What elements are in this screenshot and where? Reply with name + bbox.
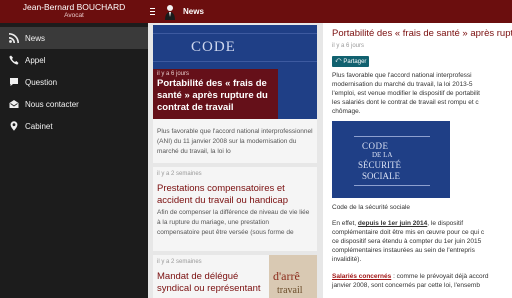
nav-item-label: Appel	[25, 55, 46, 65]
share-icon: ⤺	[335, 58, 342, 64]
text-line: les salariés dont le contrat de travail …	[332, 99, 479, 106]
rss-icon	[8, 33, 19, 44]
image-text: SOCIALE	[362, 171, 400, 181]
image-text: DE LA	[372, 151, 393, 159]
news-card[interactable]: CODE il y a 6 jours Portabilité des « fr…	[153, 25, 317, 163]
nav-item-news[interactable]: News	[0, 27, 148, 49]
brand-header: Jean-Bernard BOUCHARD Avocat	[0, 0, 148, 23]
text-run: En effet,	[332, 220, 358, 227]
article-detail[interactable]: Portabilité des « frais de santé » après…	[323, 23, 512, 298]
date-emphasis: depuis le 1er juin 2014	[357, 220, 428, 227]
work-stoppage-image: d'arrê travail	[269, 255, 317, 298]
text-line: l'emploi, est venue modifier le disposit…	[332, 90, 480, 97]
image-text: d'arrê	[273, 269, 300, 283]
brand-name: Jean-Bernard BOUCHARD	[22, 2, 126, 12]
article-title: Portabilité des « frais de santé » après…	[332, 28, 512, 39]
text-line: complémentaire doit être mis en œuvre po…	[332, 229, 485, 236]
chat-icon	[8, 77, 19, 88]
share-label: Partager	[343, 58, 367, 65]
news-card[interactable]: il y a 2 semaines Mandat de délégué synd…	[153, 255, 317, 298]
image-text: CODE	[362, 141, 389, 151]
card-excerpt: Afin de compenser la différence de nivea…	[157, 209, 310, 236]
card-date: il y a 6 jours	[157, 71, 190, 77]
text-line: modernisation du marché du travail, la l…	[332, 81, 473, 88]
nav-item-label: Nous contacter	[25, 99, 79, 109]
nav-item-question[interactable]: Question	[0, 71, 148, 93]
article-paragraph: En effet, depuis le 1er juin 2014, le di…	[332, 219, 506, 264]
text-line: janvier 2008, sont concernés par cette l…	[332, 282, 480, 289]
app-bar: News	[148, 0, 512, 23]
text-run: , le dispositif	[427, 220, 464, 227]
text-line: Salariés concernés : comme le prévoyait …	[332, 272, 506, 281]
card-title-overlay: il y a 6 jours Portabilité des « frais d…	[153, 69, 278, 119]
text-line: Plus favorable que l'accord national int…	[332, 72, 472, 79]
article-paragraph: Plus favorable que l'accord national int…	[332, 71, 506, 116]
image-text: CODE	[191, 39, 236, 55]
text-line: ce dispositif sera étendu à compter du 1…	[332, 238, 482, 245]
card-title: Portabilité des « frais de santé » après…	[157, 78, 268, 113]
news-feed[interactable]: CODE il y a 6 jours Portabilité des « fr…	[153, 23, 317, 298]
text-run: : comme le prévoyait déjà accord	[391, 273, 489, 280]
location-pin-icon	[8, 121, 19, 132]
mail-icon	[8, 99, 19, 110]
nav-item-label: Question	[25, 77, 58, 87]
news-card[interactable]: il y a 2 semaines Prestations compensato…	[153, 167, 317, 251]
text-line: invalidité).	[332, 256, 362, 263]
navigation-drawer: Jean-Bernard BOUCHARD Avocat News Appel …	[0, 0, 148, 298]
image-text: travail	[277, 285, 303, 296]
text-line: En effet, depuis le 1er juin 2014, le di…	[332, 219, 506, 228]
image-caption: Code de la sécurité sociale	[332, 204, 411, 211]
card-date: il y a 2 semaines	[157, 171, 202, 177]
phone-icon	[8, 55, 19, 66]
drawer-toggle-icon[interactable]	[150, 6, 162, 18]
share-button[interactable]: ⤺ Partager	[332, 56, 370, 67]
image-text: SÉCURITÉ	[358, 160, 402, 170]
nav-item-appel[interactable]: Appel	[0, 49, 148, 71]
brand-role: Avocat	[64, 12, 84, 19]
card-title: Prestations compensatoires et accident d…	[157, 183, 288, 206]
nav-item-label: Cabinet	[25, 121, 53, 131]
nav-item-label: News	[25, 33, 46, 43]
nav-item-nous-contacter[interactable]: Nous contacter	[0, 93, 148, 115]
card-excerpt: Plus favorable que l'accord national int…	[157, 128, 313, 155]
section-label: Salariés concernés	[332, 273, 392, 280]
article-date: il y a 6 jours	[332, 43, 365, 49]
nav-item-cabinet[interactable]: Cabinet	[0, 115, 148, 137]
text-line: complémentaires instaurées au sein de l'…	[332, 247, 475, 254]
article-paragraph: Salariés concernés : comme le prévoyait …	[332, 272, 506, 290]
page-title: News	[183, 7, 204, 16]
nav-menu: News Appel Question Nous contacter Cabin…	[0, 27, 148, 137]
code-securite-sociale-image: CODE DE LA SÉCURITÉ SOCIALE	[332, 121, 450, 198]
lawyer-avatar-icon	[165, 4, 175, 20]
card-title: Mandat de délégué syndical ou représenta…	[157, 271, 261, 294]
text-line: chômage.	[332, 108, 361, 115]
